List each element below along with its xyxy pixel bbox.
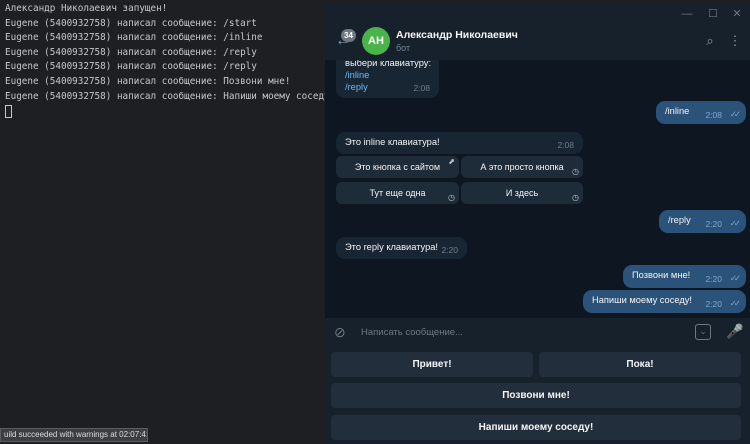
- read-ticks-icon: ✓✓: [729, 273, 741, 283]
- close-icon[interactable]: ✕: [730, 7, 744, 21]
- clock-icon: ◷: [448, 193, 455, 202]
- read-ticks-icon: ✓✓: [729, 218, 741, 228]
- inline-button-label: Это кнопка с сайтом: [354, 162, 441, 172]
- build-status-tooltip: uild succeeded with warnings at 02:07:41: [0, 428, 148, 442]
- reply-button-bye[interactable]: Пока!: [539, 352, 741, 377]
- message-time: 2:08: [557, 140, 574, 150]
- message-input[interactable]: Написать сообщение...: [361, 327, 463, 338]
- read-ticks-icon: ✓✓: [729, 109, 741, 119]
- command-link[interactable]: /inline: [345, 69, 430, 81]
- message-incoming[interactable]: Это reply клавиатура! 2:20: [336, 237, 467, 259]
- keyboard-toggle-icon[interactable]: ⌄: [695, 324, 711, 340]
- terminal-line: Александр Николаевич запущен!: [5, 3, 168, 14]
- avatar[interactable]: АН: [362, 27, 390, 55]
- inline-button-another[interactable]: Тут еще одна ◷: [336, 182, 459, 204]
- message-text: Это reply клавиатура!: [345, 242, 439, 252]
- inline-button-label: Тут еще одна: [369, 188, 426, 198]
- terminal-line: Eugene (5400932758) написал сообщение: /…: [5, 46, 257, 58]
- inline-button-label: А это просто кнопка: [480, 162, 564, 172]
- chat-status: бот: [396, 43, 411, 53]
- message-time: 2:20: [441, 245, 458, 255]
- reply-button-call-me[interactable]: Позвони мне!: [331, 383, 741, 408]
- message-time: 2:20: [705, 299, 722, 309]
- terminal-line: Eugene (5400932758) написал сообщение: /…: [5, 32, 263, 44]
- inline-button-simple[interactable]: А это просто кнопка ◷: [461, 156, 583, 178]
- attach-icon[interactable]: ⊘: [334, 324, 346, 341]
- chat-title[interactable]: Александр Николаевич: [396, 29, 518, 41]
- message-outgoing[interactable]: /reply 2:20 ✓✓: [659, 210, 746, 233]
- message-time: 2:08: [413, 83, 430, 93]
- inline-button-here[interactable]: И здесь ◷: [461, 182, 583, 204]
- message-time: 2:20: [705, 274, 722, 284]
- inline-button-label: И здесь: [505, 188, 539, 198]
- composer-bar: ⊘ Написать сообщение... ⌄ 🎤: [325, 318, 750, 348]
- telegram-window: — ☐ ✕ ← 34 АН Александр Николаевич бот ⌕…: [325, 4, 750, 444]
- terminal-line: Eugene (5400932758) написал сообщение: /…: [5, 61, 257, 73]
- message-incoming[interactable]: выбери клавиатуру: /inline /reply 2:08: [336, 60, 439, 98]
- maximize-icon[interactable]: ☐: [706, 7, 720, 21]
- message-text: /inline: [665, 106, 690, 116]
- message-time: 2:08: [705, 110, 722, 120]
- reply-button-write-neighbor[interactable]: Напиши моему соседу!: [331, 415, 741, 440]
- message-text: выбери клавиатуру:: [345, 60, 432, 68]
- message-list[interactable]: выбери клавиатуру: /inline /reply 2:08 /…: [325, 60, 750, 318]
- message-text: Позвони мне!: [632, 270, 691, 280]
- message-incoming[interactable]: Это inline клавиатура! 2:08: [336, 132, 583, 154]
- terminal-pane: Александр Николаевич запущен! Eugene (54…: [0, 0, 336, 444]
- search-icon[interactable]: ⌕: [701, 32, 719, 50]
- more-menu-icon[interactable]: ⋮: [726, 32, 744, 50]
- message-text: /reply: [668, 215, 691, 225]
- terminal-line: Eugene (5400932758) написал сообщение: П…: [5, 75, 291, 87]
- external-link-icon: ⬈: [448, 157, 455, 166]
- message-text: Это inline клавиатура!: [345, 137, 440, 147]
- microphone-icon[interactable]: 🎤: [726, 323, 743, 340]
- window-titlebar: — ☐ ✕: [325, 4, 750, 24]
- terminal-cursor[interactable]: [5, 105, 12, 119]
- message-time: 2:20: [705, 219, 722, 229]
- unread-count-badge: 34: [341, 29, 356, 42]
- reply-keyboard: Привет! Пока! Позвони мне! Напиши моему …: [325, 348, 750, 444]
- message-outgoing[interactable]: Напиши моему соседу! 2:20 ✓✓: [583, 290, 746, 313]
- message-text: Напиши моему соседу!: [592, 295, 693, 305]
- terminal-line: Eugene (5400932758) написал сообщение: /…: [5, 17, 257, 29]
- chat-header: ← 34 АН Александр Николаевич бот ⌕ ⋮: [325, 24, 750, 60]
- terminal-line: Eugene (5400932758) написал сообщение: Н…: [5, 90, 336, 102]
- message-outgoing[interactable]: Позвони мне! 2:20 ✓✓: [623, 265, 746, 288]
- read-ticks-icon: ✓✓: [729, 298, 741, 308]
- clock-icon: ◷: [572, 193, 579, 202]
- clock-icon: ◷: [572, 167, 579, 176]
- inline-button-site[interactable]: Это кнопка с сайтом ⬈: [336, 156, 459, 178]
- reply-button-hello[interactable]: Привет!: [331, 352, 533, 377]
- message-outgoing[interactable]: /inline 2:08 ✓✓: [656, 101, 746, 124]
- minimize-icon[interactable]: —: [680, 7, 694, 21]
